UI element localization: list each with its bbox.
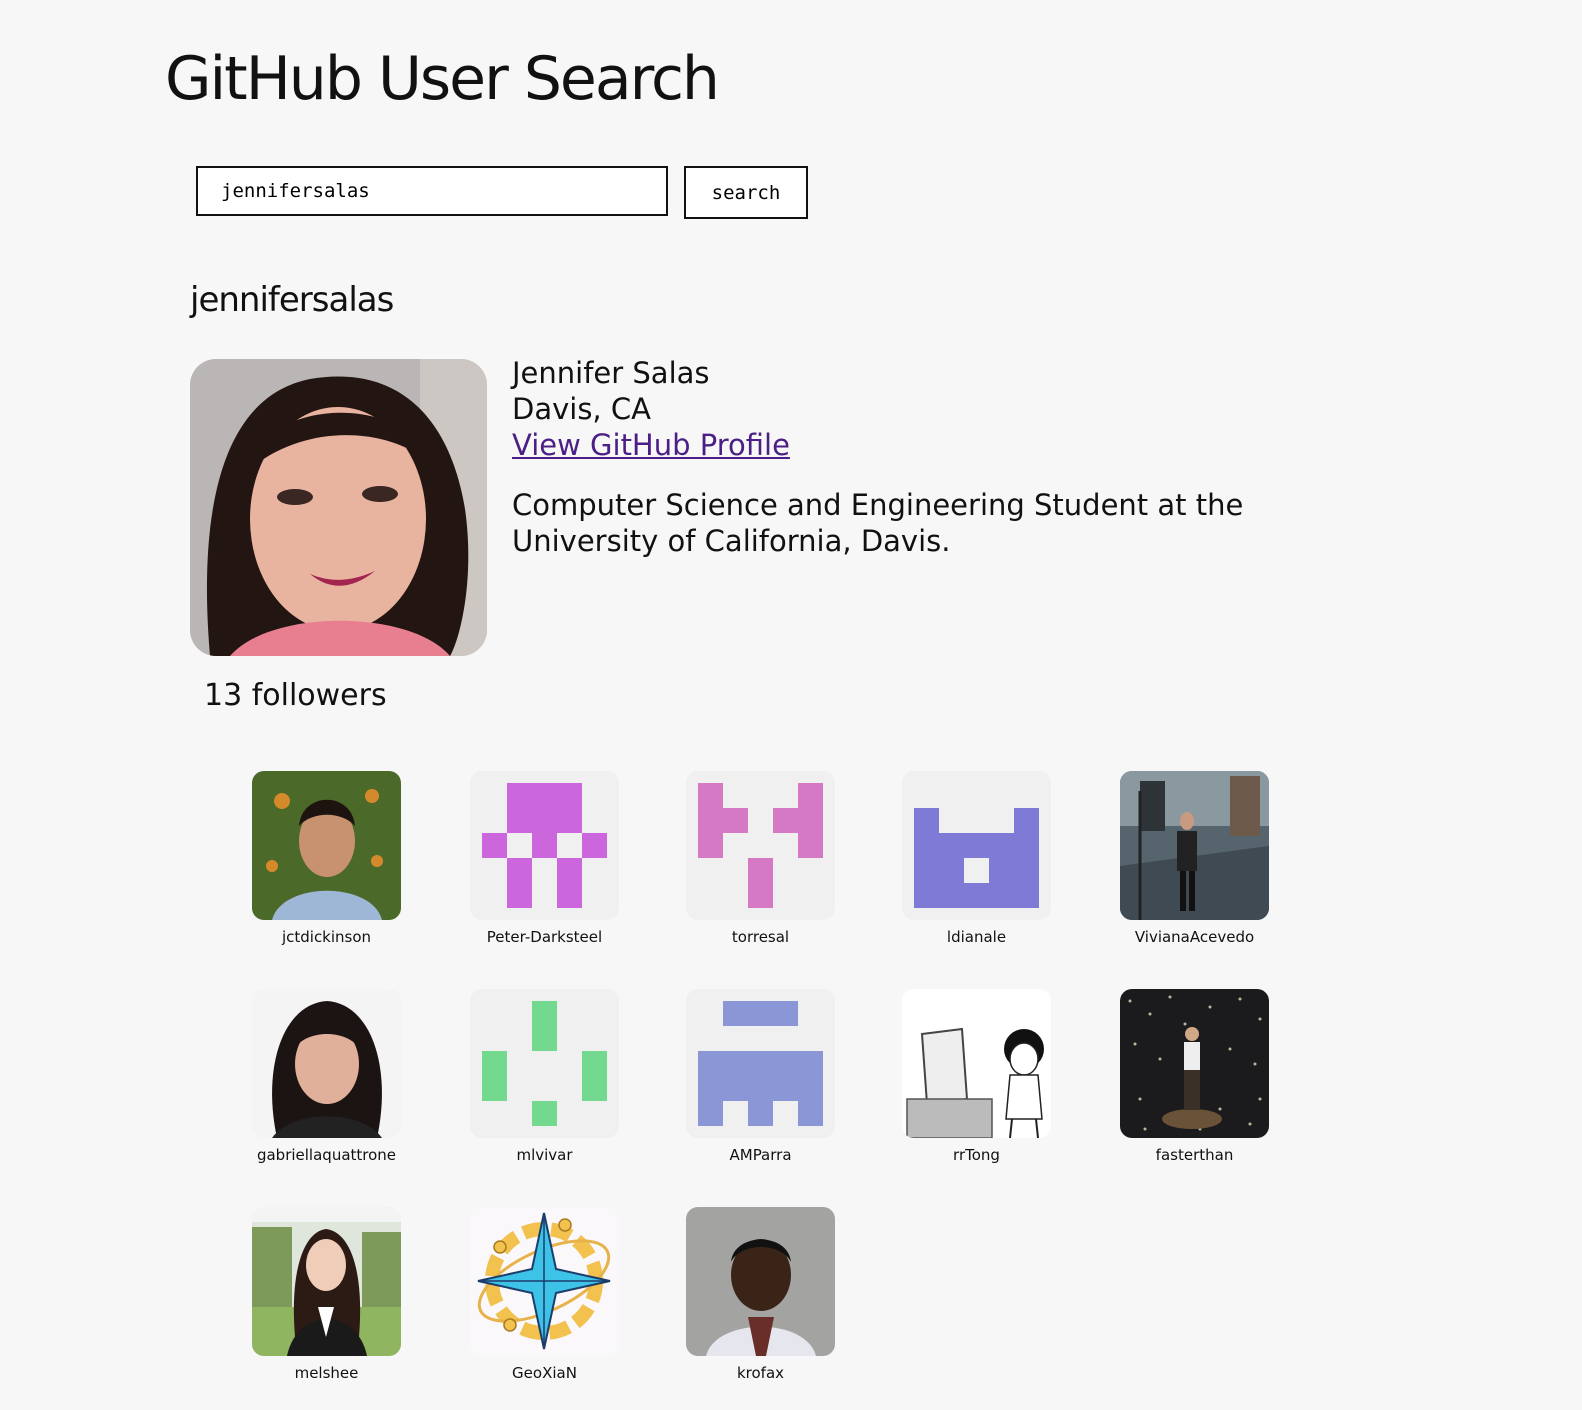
- follower-login: AMParra: [729, 1146, 792, 1164]
- profile-info: Jennifer Salas Davis, CA View GitHub Pro…: [512, 355, 1372, 559]
- follower-item[interactable]: melshee: [252, 1207, 401, 1382]
- profile-username: jennifersalas: [190, 280, 394, 320]
- photo-man-wall-icon: [686, 1207, 835, 1356]
- compass-star-icon: [470, 1207, 619, 1356]
- profile-avatar: [190, 359, 487, 656]
- photo-woman-icon: [252, 989, 401, 1138]
- follower-login: fasterthan: [1155, 1146, 1234, 1164]
- profile-location: Davis, CA: [512, 392, 651, 426]
- view-profile-link[interactable]: View GitHub Profile: [512, 427, 1372, 463]
- photo-lights-icon: [1120, 989, 1269, 1138]
- follower-login: rrTong: [953, 1146, 1000, 1164]
- page-title: GitHub User Search: [165, 44, 720, 114]
- follower-item[interactable]: krofax: [686, 1207, 835, 1382]
- search-input[interactable]: [196, 166, 668, 216]
- profile-photo-icon: [190, 359, 487, 656]
- identicon-pink-icon: [686, 771, 835, 920]
- follower-login: jctdickinson: [281, 928, 372, 946]
- follower-item[interactable]: mlvivar: [470, 989, 619, 1164]
- follower-item[interactable]: ldianale: [902, 771, 1051, 946]
- identicon-blue-icon: [686, 989, 835, 1138]
- follower-login: Peter-Darksteel: [486, 928, 603, 946]
- follower-login: krofax: [736, 1364, 785, 1382]
- follower-item[interactable]: VivianaAcevedo: [1120, 771, 1269, 946]
- follower-item[interactable]: torresal: [686, 771, 835, 946]
- identicon-magenta-icon: [470, 771, 619, 920]
- follower-login: mlvivar: [516, 1146, 573, 1164]
- identicon-green-icon: [470, 989, 619, 1138]
- follower-item[interactable]: jctdickinson: [252, 771, 401, 946]
- follower-item[interactable]: gabriellaquattrone: [252, 989, 401, 1164]
- page: GitHub User Search search jennifersalas …: [0, 0, 1582, 1410]
- follower-login: melshee: [294, 1364, 359, 1382]
- cartoon-computer-icon: [902, 989, 1051, 1138]
- profile-name: Jennifer Salas: [512, 356, 710, 390]
- follower-item[interactable]: rrTong: [902, 989, 1051, 1164]
- follower-item[interactable]: Peter-Darksteel: [470, 771, 619, 946]
- photo-woman-park-icon: [252, 1207, 401, 1356]
- follower-item[interactable]: fasterthan: [1120, 989, 1269, 1164]
- photo-street-icon: [1120, 771, 1269, 920]
- search-button[interactable]: search: [684, 166, 808, 219]
- follower-item[interactable]: AMParra: [686, 989, 835, 1164]
- follower-item[interactable]: GeoXiaN: [470, 1207, 619, 1382]
- profile-bio: Computer Science and Engineering Student…: [512, 488, 1244, 558]
- photo-man-icon: [252, 771, 401, 920]
- followers-count: 13 followers: [204, 678, 387, 713]
- follower-login: gabriellaquattrone: [256, 1146, 397, 1164]
- follower-login: GeoXiaN: [512, 1364, 577, 1382]
- follower-login: VivianaAcevedo: [1134, 928, 1255, 946]
- follower-login: torresal: [731, 928, 790, 946]
- identicon-purple-icon: [902, 771, 1051, 920]
- follower-login: ldianale: [946, 928, 1007, 946]
